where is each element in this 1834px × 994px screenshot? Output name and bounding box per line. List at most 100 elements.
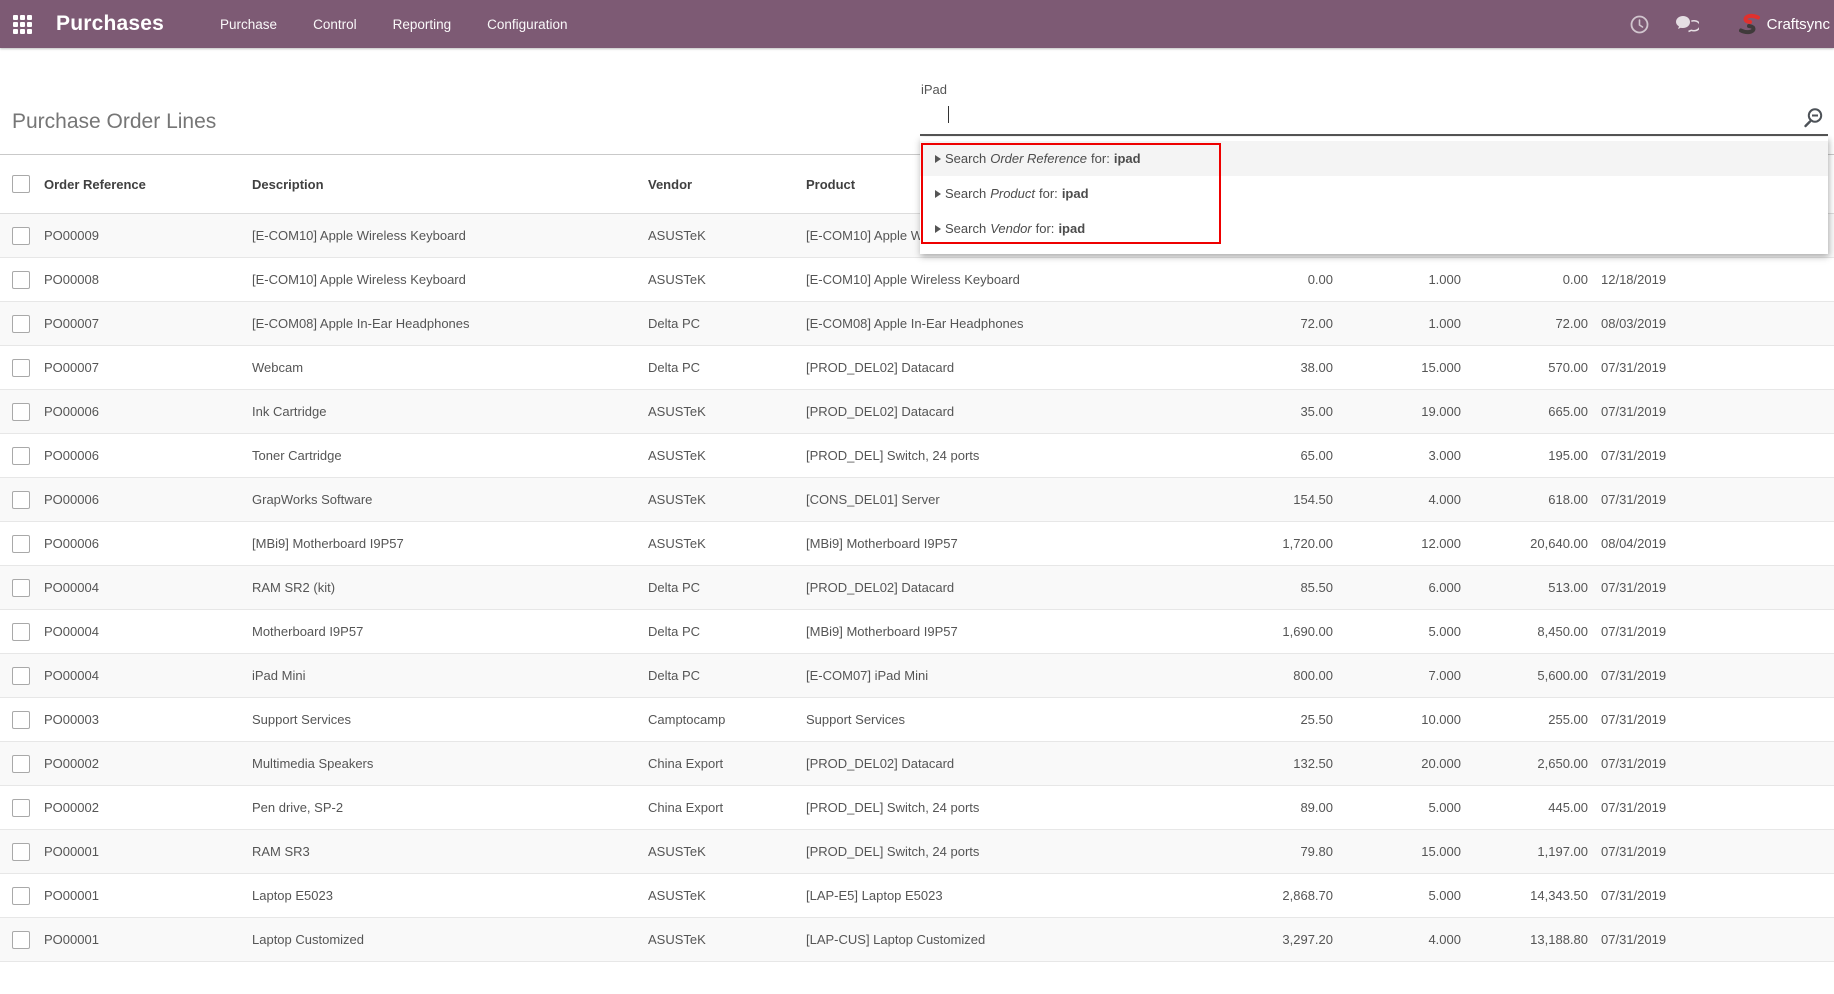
- description-cell: RAM SR2 (kit): [248, 566, 644, 610]
- quantity-cell: 20.000: [1333, 742, 1461, 786]
- table-row[interactable]: PO00006 GrapWorks Software ASUSTeK [CONS…: [0, 478, 1834, 522]
- row-checkbox[interactable]: [12, 359, 30, 377]
- suggestion-product[interactable]: Search Product for: ipad: [920, 176, 1828, 211]
- select-all-checkbox[interactable]: [12, 175, 30, 193]
- scheduled-date-cell: 07/31/2019: [1588, 566, 1834, 610]
- unit-price-cell: 800.00: [1187, 654, 1333, 698]
- column-header-vendor[interactable]: Vendor: [644, 155, 802, 214]
- user-menu[interactable]: Craftsync: [1739, 13, 1830, 35]
- row-checkbox[interactable]: [12, 491, 30, 509]
- text-caret: [948, 106, 949, 123]
- order-reference-cell: PO00001: [40, 830, 248, 874]
- subtotal-cell: 513.00: [1461, 566, 1588, 610]
- search-input[interactable]: [920, 50, 1828, 136]
- activities-clock-icon[interactable]: [1630, 15, 1649, 34]
- page-title: Purchase Order Lines: [12, 110, 216, 134]
- table-row[interactable]: PO00002 Multimedia Speakers China Export…: [0, 742, 1834, 786]
- row-checkbox[interactable]: [12, 315, 30, 333]
- order-reference-cell: PO00006: [40, 390, 248, 434]
- app-title[interactable]: Purchases: [56, 12, 164, 36]
- unit-price-cell: 79.80: [1187, 830, 1333, 874]
- navbar-right: Craftsync: [1630, 13, 1830, 35]
- row-checkbox[interactable]: [12, 711, 30, 729]
- table-row[interactable]: PO00008 [E-COM10] Apple Wireless Keyboar…: [0, 258, 1834, 302]
- unit-price-cell: 2,868.70: [1187, 874, 1333, 918]
- column-header-order-reference[interactable]: Order Reference: [40, 155, 248, 214]
- table-row[interactable]: PO00003 Support Services Camptocamp Supp…: [0, 698, 1834, 742]
- row-checkbox[interactable]: [12, 535, 30, 553]
- table-row[interactable]: PO00006 Ink Cartridge ASUSTeK [PROD_DEL0…: [0, 390, 1834, 434]
- table-row[interactable]: PO00006 Toner Cartridge ASUSTeK [PROD_DE…: [0, 434, 1834, 478]
- subtotal-cell: 255.00: [1461, 698, 1588, 742]
- unit-price-cell: 65.00: [1187, 434, 1333, 478]
- subtotal-cell: 72.00: [1461, 302, 1588, 346]
- product-cell: [LAP-E5] Laptop E5023: [802, 874, 1187, 918]
- scheduled-date-cell: 07/31/2019: [1588, 698, 1834, 742]
- row-checkbox[interactable]: [12, 271, 30, 289]
- expand-caret-icon[interactable]: [935, 155, 941, 163]
- expand-caret-icon[interactable]: [935, 190, 941, 198]
- menu-item-reporting[interactable]: Reporting: [393, 17, 452, 32]
- product-cell: Support Services: [802, 698, 1187, 742]
- subtotal-cell: 20,640.00: [1461, 522, 1588, 566]
- subtotal-cell: 0.00: [1461, 258, 1588, 302]
- unit-price-cell: 132.50: [1187, 742, 1333, 786]
- menu-item-purchase[interactable]: Purchase: [220, 17, 277, 32]
- row-checkbox[interactable]: [12, 403, 30, 421]
- unit-price-cell: 1,690.00: [1187, 610, 1333, 654]
- quantity-cell: 1.000: [1333, 258, 1461, 302]
- column-header-description[interactable]: Description: [248, 155, 644, 214]
- row-checkbox[interactable]: [12, 931, 30, 949]
- table-row[interactable]: PO00001 RAM SR3 ASUSTeK [PROD_DEL] Switc…: [0, 830, 1834, 874]
- row-checkbox[interactable]: [12, 667, 30, 685]
- scheduled-date-cell: 07/31/2019: [1588, 830, 1834, 874]
- order-reference-cell: PO00002: [40, 786, 248, 830]
- row-checkbox[interactable]: [12, 843, 30, 861]
- scheduled-date-cell: 07/31/2019: [1588, 390, 1834, 434]
- description-cell: [E-COM08] Apple In-Ear Headphones: [248, 302, 644, 346]
- messages-chat-icon[interactable]: [1675, 15, 1699, 33]
- table-row[interactable]: PO00004 Motherboard I9P57 Delta PC [MBi9…: [0, 610, 1834, 654]
- row-checkbox[interactable]: [12, 447, 30, 465]
- quantity-cell: 5.000: [1333, 786, 1461, 830]
- subtotal-cell: 5,600.00: [1461, 654, 1588, 698]
- product-cell: [PROD_DEL02] Datacard: [802, 742, 1187, 786]
- quantity-cell: 5.000: [1333, 874, 1461, 918]
- suggestion-prefix: Search: [945, 221, 986, 236]
- order-reference-cell: PO00004: [40, 654, 248, 698]
- product-cell: [MBi9] Motherboard I9P57: [802, 522, 1187, 566]
- apps-grid-icon[interactable]: [13, 15, 32, 34]
- menu-item-configuration[interactable]: Configuration: [487, 17, 567, 32]
- table-row[interactable]: PO00001 Laptop E5023 ASUSTeK [LAP-E5] La…: [0, 874, 1834, 918]
- suggestion-order-reference[interactable]: Search Order Reference for: ipad: [920, 141, 1828, 176]
- row-checkbox[interactable]: [12, 887, 30, 905]
- vendor-cell: ASUSTeK: [644, 434, 802, 478]
- table-row[interactable]: PO00007 Webcam Delta PC [PROD_DEL02] Dat…: [0, 346, 1834, 390]
- table-row[interactable]: PO00001 Laptop Customized ASUSTeK [LAP-C…: [0, 918, 1834, 962]
- table-row[interactable]: PO00002 Pen drive, SP-2 China Export [PR…: [0, 786, 1834, 830]
- unit-price-cell: 89.00: [1187, 786, 1333, 830]
- product-cell: [PROD_DEL02] Datacard: [802, 346, 1187, 390]
- row-checkbox[interactable]: [12, 623, 30, 641]
- table-row[interactable]: PO00007 [E-COM08] Apple In-Ear Headphone…: [0, 302, 1834, 346]
- row-checkbox[interactable]: [12, 227, 30, 245]
- description-cell: [MBi9] Motherboard I9P57: [248, 522, 644, 566]
- vendor-cell: ASUSTeK: [644, 522, 802, 566]
- table-row[interactable]: PO00004 RAM SR2 (kit) Delta PC [PROD_DEL…: [0, 566, 1834, 610]
- quantity-cell: 1.000: [1333, 302, 1461, 346]
- menu-item-control[interactable]: Control: [313, 17, 357, 32]
- subtotal-cell: 570.00: [1461, 346, 1588, 390]
- table-row[interactable]: PO00006 [MBi9] Motherboard I9P57 ASUSTeK…: [0, 522, 1834, 566]
- table-row[interactable]: PO00004 iPad Mini Delta PC [E-COM07] iPa…: [0, 654, 1834, 698]
- search-magnifier-icon[interactable]: [1802, 107, 1824, 134]
- row-checkbox[interactable]: [12, 579, 30, 597]
- scheduled-date-cell: 07/31/2019: [1588, 786, 1834, 830]
- quantity-cell: 6.000: [1333, 566, 1461, 610]
- product-cell: [PROD_DEL] Switch, 24 ports: [802, 830, 1187, 874]
- subtotal-cell: 445.00: [1461, 786, 1588, 830]
- row-checkbox[interactable]: [12, 755, 30, 773]
- row-checkbox[interactable]: [12, 799, 30, 817]
- suggestion-vendor[interactable]: Search Vendor for: ipad: [920, 211, 1828, 246]
- vendor-cell: ASUSTeK: [644, 214, 802, 258]
- expand-caret-icon[interactable]: [935, 225, 941, 233]
